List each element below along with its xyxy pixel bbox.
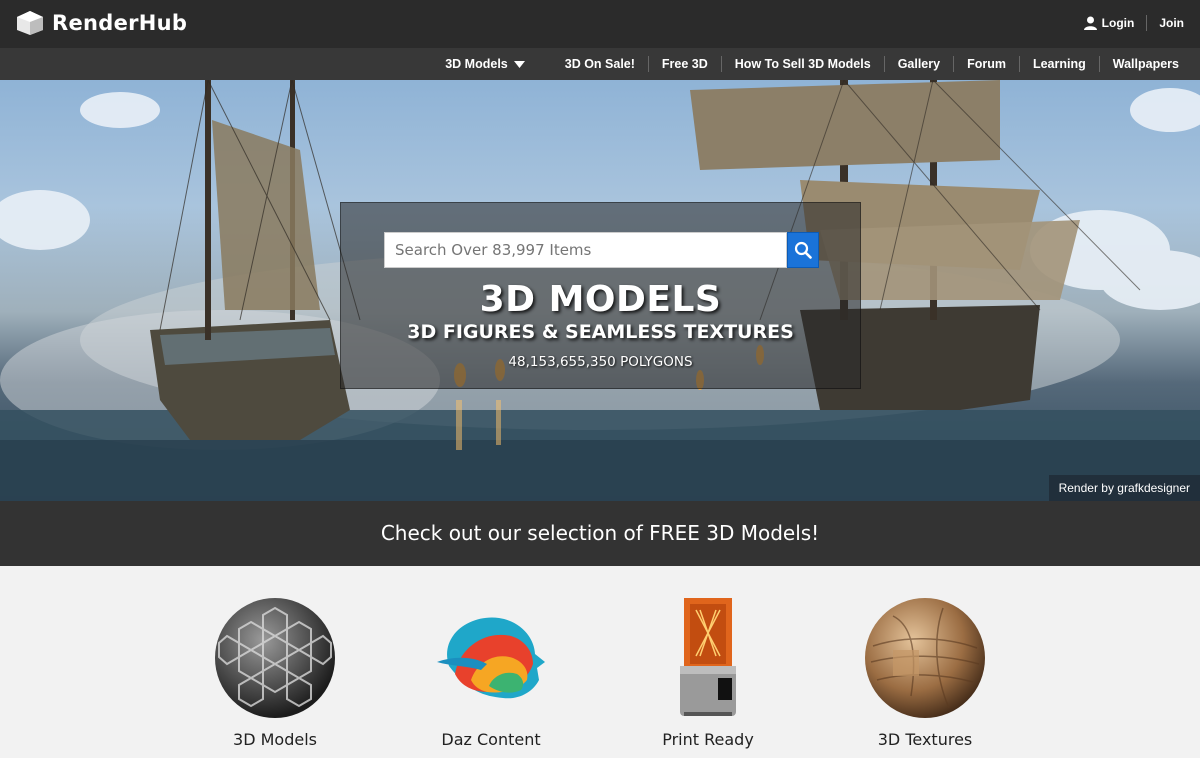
3d-printer-icon bbox=[680, 598, 736, 716]
polygon-count: 48,153,655,350 POLYGONS bbox=[508, 354, 693, 370]
wood-sphere-icon bbox=[865, 598, 985, 718]
auth-links: Login Join bbox=[1083, 13, 1184, 33]
nav-label: 3D Models bbox=[445, 57, 508, 71]
join-link[interactable]: Join bbox=[1159, 16, 1184, 30]
main-nav-bar: 3D Models 3D On Sale! Free 3D How To Sel… bbox=[0, 48, 1200, 80]
search-panel: 3D MODELS 3D FIGURES & SEAMLESS TEXTURES… bbox=[340, 202, 861, 389]
nav-label: Learning bbox=[1032, 57, 1086, 71]
nav-item-3d-on-sale[interactable]: 3D On Sale! bbox=[552, 56, 648, 72]
auth-divider bbox=[1146, 15, 1148, 31]
logo-cube-icon bbox=[17, 11, 43, 35]
render-credit[interactable]: Render by grafkdesigner bbox=[1048, 475, 1200, 501]
category-daz-content[interactable]: Daz Content bbox=[401, 596, 581, 749]
nav-item-learning[interactable]: Learning bbox=[1018, 56, 1099, 72]
top-bar: RenderHub Login Join bbox=[0, 0, 1200, 48]
category-label: 3D Textures bbox=[877, 730, 973, 749]
category-3d-textures[interactable]: 3D Textures bbox=[835, 596, 1015, 749]
hero-banner: 3D MODELS 3D FIGURES & SEAMLESS TEXTURES… bbox=[0, 80, 1200, 501]
daz-head-icon bbox=[437, 617, 545, 699]
nav-label: Gallery bbox=[897, 57, 941, 71]
brand-name: RenderHub bbox=[52, 11, 188, 35]
search-icon bbox=[794, 241, 812, 259]
nav-item-forum[interactable]: Forum bbox=[953, 56, 1019, 72]
search-input[interactable] bbox=[384, 232, 787, 268]
category-3d-models[interactable]: 3D Models bbox=[185, 596, 365, 749]
category-label: Print Ready bbox=[662, 730, 754, 749]
nav-item-gallery[interactable]: Gallery bbox=[883, 56, 953, 72]
login-label: Login bbox=[1101, 16, 1135, 30]
nav-label: How To Sell 3D Models bbox=[734, 57, 871, 71]
category-label: Daz Content bbox=[441, 730, 541, 749]
nav-label: Wallpapers bbox=[1112, 57, 1179, 71]
user-icon bbox=[1083, 16, 1097, 30]
site-logo[interactable]: RenderHub bbox=[16, 9, 187, 37]
free-models-banner-text[interactable]: Check out our selection of FREE 3D Model… bbox=[0, 501, 1200, 566]
nav-label: Forum bbox=[967, 57, 1006, 71]
hex-sphere-icon bbox=[215, 598, 335, 718]
nav-item-how-to-sell[interactable]: How To Sell 3D Models bbox=[720, 56, 884, 72]
category-print-ready[interactable]: Print Ready bbox=[618, 596, 798, 749]
nav-item-wallpapers[interactable]: Wallpapers bbox=[1098, 56, 1192, 72]
hero-title: 3D MODELS bbox=[479, 279, 722, 320]
search-button[interactable] bbox=[787, 232, 819, 268]
caret-down-icon bbox=[513, 60, 525, 68]
login-link[interactable]: Login bbox=[1083, 16, 1135, 30]
nav-label: 3D On Sale! bbox=[564, 57, 635, 71]
category-label: 3D Models bbox=[233, 730, 317, 749]
main-nav: 3D Models 3D On Sale! Free 3D How To Sel… bbox=[432, 48, 1192, 80]
hero-subtitle: 3D FIGURES & SEAMLESS TEXTURES bbox=[407, 321, 794, 343]
category-row: 3D Models Daz Content Print Ready 3D Tex… bbox=[0, 566, 1200, 758]
join-label: Join bbox=[1159, 16, 1184, 30]
nav-item-3d-models[interactable]: 3D Models bbox=[432, 56, 538, 72]
nav-item-free-3d[interactable]: Free 3D bbox=[647, 56, 721, 72]
nav-label: Free 3D bbox=[661, 57, 708, 71]
free-models-banner[interactable]: Check out our selection of FREE 3D Model… bbox=[0, 501, 1200, 566]
